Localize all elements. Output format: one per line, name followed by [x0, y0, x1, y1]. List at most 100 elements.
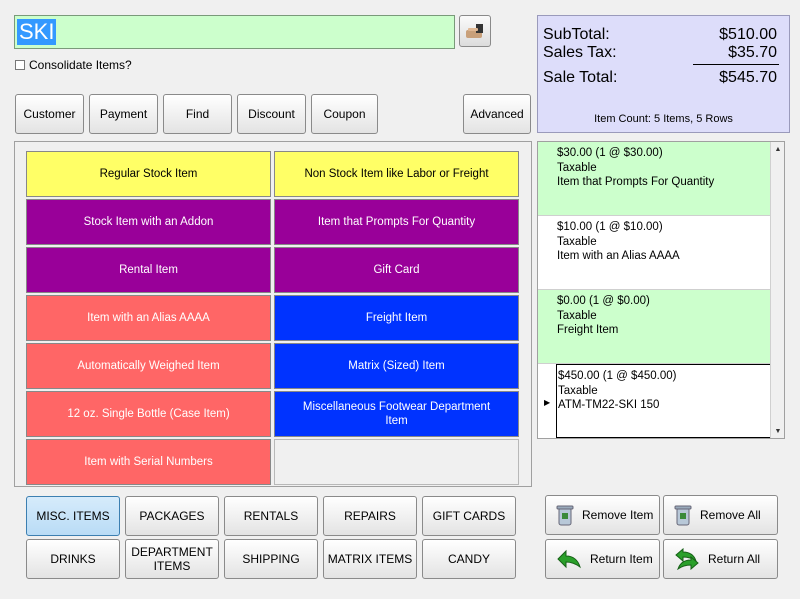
cart-row-price-line: $0.00 (1 @ $0.00)	[557, 295, 650, 307]
cart-row-price-line: $30.00 (1 @ $30.00)	[557, 147, 663, 159]
remove-all-button[interactable]: Remove All	[663, 495, 778, 535]
totals-divider	[693, 64, 779, 65]
coupon-button[interactable]: Coupon	[311, 94, 378, 134]
return-all-label: Return All	[708, 552, 761, 566]
item-tile-label: Stock Item with an Addon	[83, 216, 214, 228]
category-button[interactable]: GIFT CARDS	[422, 496, 516, 536]
trash-can-icon	[674, 505, 692, 526]
remove-item-button[interactable]: Remove Item	[545, 495, 660, 535]
cart-row-name: ATM-TM22-SKI 150	[558, 399, 660, 411]
item-tile-label: Rental Item	[119, 264, 178, 276]
hand-scanner-icon	[466, 24, 483, 38]
item-tile-label: Automatically Weighed Item	[77, 360, 220, 372]
category-button[interactable]: PACKAGES	[125, 496, 219, 536]
category-button-label: DRINKS	[50, 552, 96, 566]
category-button[interactable]: SHIPPING	[224, 539, 318, 579]
category-button[interactable]: REPAIRS	[323, 496, 417, 536]
cart-row[interactable]: $30.00 (1 @ $30.00) Taxable Item that Prom…	[538, 142, 771, 216]
find-button[interactable]: Find	[163, 94, 232, 134]
discount-button[interactable]: Discount	[237, 94, 306, 134]
find-button-label: Find	[185, 107, 210, 121]
item-tile-label: Non Stock Item like Labor or Freight	[304, 168, 489, 180]
sales-tax-label: Sales Tax:	[543, 44, 617, 61]
totals-panel: SubTotal: $510.00 Sales Tax: $35.70 Sale…	[537, 15, 790, 133]
search-input[interactable]: SKI	[14, 15, 455, 49]
return-item-button[interactable]: Return Item	[545, 539, 660, 579]
category-button[interactable]: DRINKS	[26, 539, 120, 579]
scroll-up-icon[interactable]: ▲	[772, 143, 784, 155]
item-tile[interactable]: Stock Item with an Addon	[26, 199, 271, 245]
item-tile-label: Gift Card	[373, 264, 420, 276]
advanced-button[interactable]: Advanced	[463, 94, 531, 134]
cart-row-name: Freight Item	[557, 324, 619, 336]
item-tile-label: Matrix (Sized) Item	[348, 360, 445, 372]
sales-tax-row: Sales Tax: $35.70	[543, 44, 777, 62]
trash-can-icon	[556, 505, 574, 526]
item-tile-label: Item with an Alias AAAA	[87, 312, 210, 324]
subtotal-value: $510.00	[719, 26, 777, 43]
item-button-grid: Regular Stock Item Non Stock Item like La…	[14, 141, 532, 487]
cart-row-name: Item that Prompts For Quantity	[557, 176, 715, 188]
cart-row-tax: Taxable	[557, 235, 597, 248]
remove-all-label: Remove All	[700, 508, 761, 522]
item-tile-label: Item that Prompts For Quantity	[317, 216, 476, 228]
item-tile[interactable]: Matrix (Sized) Item	[274, 343, 519, 389]
category-button[interactable]: RENTALS	[224, 496, 318, 536]
item-tile[interactable]: Freight Item	[274, 295, 519, 341]
category-button-label: DEPARTMENT ITEMS	[131, 545, 213, 573]
category-button[interactable]: MATRIX ITEMS	[323, 539, 417, 579]
cart-list[interactable]: ▶ $450.00 (1 @ $450.00) Taxable ATM-TM22-SK…	[537, 141, 785, 439]
return-all-button[interactable]: Return All	[663, 539, 778, 579]
cart-row[interactable]: ▶ $450.00 (1 @ $450.00) Taxable ATM-TM22-SK…	[544, 364, 771, 438]
payment-button[interactable]: Payment	[89, 94, 158, 134]
sales-tax-value: $35.70	[728, 44, 777, 61]
subtotal-label: SubTotal:	[543, 26, 610, 43]
return-all-arrows-icon	[675, 548, 699, 570]
item-tile[interactable]: Item with Serial Numbers	[26, 439, 271, 485]
item-tile[interactable]: Automatically Weighed Item	[26, 343, 271, 389]
item-tile-label: Regular Stock Item	[99, 168, 198, 180]
item-tile[interactable]: Item with an Alias AAAA	[26, 295, 271, 341]
item-tile[interactable]: Item that Prompts For Quantity	[274, 199, 519, 245]
item-tile-label: Item with Serial Numbers	[84, 456, 213, 468]
category-button-label: SHIPPING	[242, 552, 300, 566]
consolidate-label: Consolidate Items?	[29, 58, 132, 72]
item-tile[interactable]: 12 oz. Single Bottle (Case Item)	[26, 391, 271, 437]
scroll-down-icon[interactable]: ▼	[772, 425, 784, 437]
search-input-value: SKI	[17, 19, 57, 45]
cart-row[interactable]: $10.00 (1 @ $10.00) Taxable Item with an A…	[538, 216, 771, 290]
consolidate-checkbox[interactable]	[15, 60, 25, 70]
item-tile[interactable]: Miscellaneous Footwear Department Item	[274, 391, 519, 437]
subtotal-row: SubTotal: $510.00	[543, 26, 777, 44]
category-button[interactable]: MISC. ITEMS	[26, 496, 120, 536]
scan-button[interactable]	[459, 15, 491, 47]
discount-button-label: Discount	[248, 107, 295, 121]
customer-button[interactable]: Customer	[15, 94, 84, 134]
item-tile[interactable]: Non Stock Item like Labor or Freight	[274, 151, 519, 197]
cart-row-price-line: $450.00 (1 @ $450.00)	[558, 370, 677, 382]
sale-total-value: $545.70	[719, 69, 777, 86]
return-arrow-icon	[557, 549, 581, 569]
item-tile-label: Freight Item	[365, 312, 428, 324]
category-button[interactable]: CANDY	[422, 539, 516, 579]
consolidate-option[interactable]: Consolidate Items?	[15, 58, 132, 72]
category-button-label: CANDY	[447, 552, 490, 566]
cart-row-name: Item with an Alias AAAA	[557, 250, 680, 262]
sale-total-label: Sale Total:	[543, 69, 618, 86]
category-button-label: GIFT CARDS	[432, 509, 506, 523]
current-row-arrow-icon: ▶	[544, 398, 551, 407]
cart-row-tax: Taxable	[557, 309, 597, 322]
item-tile[interactable]: Gift Card	[274, 247, 519, 293]
item-tile-label: Miscellaneous Footwear Department Item	[302, 401, 491, 427]
item-tile[interactable]: Rental Item	[26, 247, 271, 293]
customer-button-label: Customer	[23, 107, 76, 121]
cart-scrollbar[interactable]: ▲ ▼	[770, 142, 784, 438]
payment-button-label: Payment	[99, 107, 148, 121]
empty-item-tile	[274, 439, 519, 485]
category-button[interactable]: DEPARTMENT ITEMS	[125, 539, 219, 579]
cart-row[interactable]: $0.00 (1 @ $0.00) Taxable Freight Item	[538, 290, 771, 364]
category-button-label: RENTALS	[243, 509, 299, 523]
cart-row-price-line: $10.00 (1 @ $10.00)	[557, 221, 663, 233]
cart-row-tax: Taxable	[558, 384, 598, 397]
item-tile[interactable]: Regular Stock Item	[26, 151, 271, 197]
